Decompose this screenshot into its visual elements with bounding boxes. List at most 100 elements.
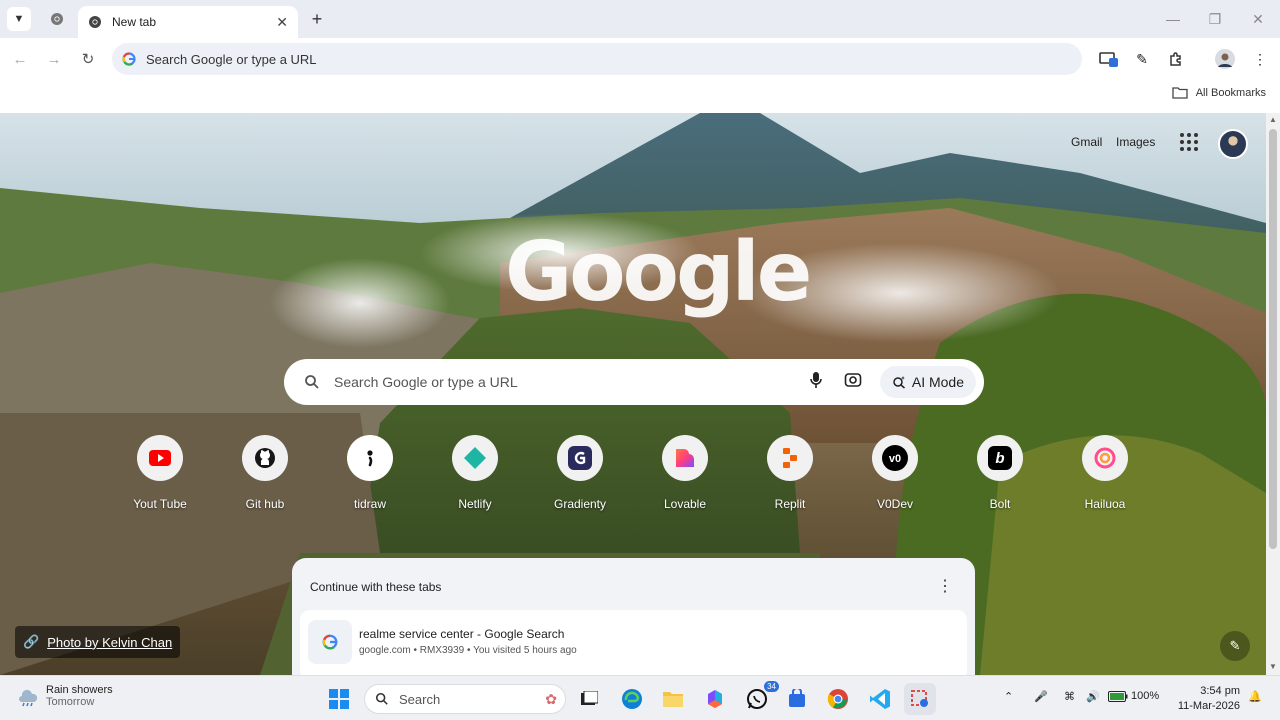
arrow-right-icon: → [46, 50, 62, 68]
close-window-button[interactable]: ✕ [1243, 9, 1273, 29]
shortcut-hailuoa[interactable]: Hailuoa [1060, 435, 1150, 511]
taskbar-app-whatsapp[interactable]: 34 [741, 681, 779, 715]
taskbar-app-m365[interactable] [699, 683, 731, 715]
reload-button[interactable]: ↻ [77, 48, 99, 70]
profile-avatar[interactable] [1214, 48, 1236, 70]
battery-percent: 100% [1131, 690, 1160, 702]
forward-button[interactable]: → [43, 48, 65, 70]
start-button[interactable] [323, 683, 355, 715]
weather-condition: Rain showers [46, 684, 113, 696]
tab-new-tab[interactable]: New tab ✕ [78, 6, 298, 38]
link-icon: 🔗 [23, 634, 40, 649]
shortcut-icon-wrap: b [977, 435, 1023, 481]
continue-tab-item[interactable]: realme service center - Google Search go… [300, 610, 967, 675]
google-apps-icon[interactable] [1180, 133, 1198, 151]
shortcut-v0dev[interactable]: v0 V0Dev [850, 435, 940, 511]
shortcut-icon-wrap [452, 435, 498, 481]
shortcut-icon-wrap [557, 435, 603, 481]
taskbar-app-file-explorer[interactable] [657, 683, 689, 715]
pen-icon: ✎ [1136, 50, 1148, 67]
rain-cloud-icon [19, 689, 38, 707]
shortcut-youtube[interactable]: Yout Tube [115, 435, 205, 511]
close-tab-icon[interactable]: ✕ [276, 14, 288, 31]
shortcut-github[interactable]: Git hub [220, 435, 310, 511]
page-scrollbar[interactable]: ▲ ▼ [1266, 113, 1280, 675]
gradienty-icon [568, 446, 592, 470]
new-tab-button[interactable]: + [306, 8, 328, 30]
google-logo: Google [505, 225, 812, 320]
volume-icon[interactable]: 🔊 [1086, 690, 1100, 703]
tab-strip: ▼ New tab ✕ + — ❐ ✕ [0, 0, 1280, 38]
shortcut-label: Bolt [989, 497, 1011, 511]
taskbar-app-store[interactable] [781, 683, 813, 715]
tab-search-button[interactable]: ▼ [7, 7, 31, 31]
images-link[interactable]: Images [1116, 135, 1155, 149]
wifi-icon[interactable]: ⌘ [1064, 690, 1075, 703]
tab-item-meta: google.com • RMX3939 • You visited 5 hou… [359, 645, 577, 656]
system-clock[interactable]: 3:54 pm 11-Mar-2026 [1170, 684, 1240, 714]
pinned-tab[interactable] [46, 8, 68, 30]
search-box[interactable]: Search Google or type a URL AI Mode [284, 359, 984, 405]
ai-sparkle-search-icon [893, 376, 905, 389]
address-bar[interactable]: Search Google or type a URL [112, 43, 1082, 75]
shortcut-label: Yout Tube [133, 497, 187, 511]
more-options-icon[interactable]: ⋮ [937, 576, 953, 596]
eyedropper-button[interactable]: ✎ [1131, 48, 1153, 70]
notification-badge: 34 [764, 681, 779, 692]
edge-icon [622, 689, 642, 709]
cast-button[interactable] [1098, 48, 1120, 70]
svg-text:v0: v0 [889, 453, 901, 465]
photo-credit-link[interactable]: 🔗 Photo by Kelvin Chan [15, 626, 181, 658]
voice-search-button[interactable] [810, 371, 822, 394]
plus-icon: + [311, 8, 323, 29]
shortcut-icon-wrap: v0 [872, 435, 918, 481]
taskbar-app-snipping-tool[interactable] [904, 683, 936, 715]
youtube-icon [149, 450, 171, 466]
shortcut-tldraw[interactable]: tidraw [325, 435, 415, 511]
gmail-link[interactable]: Gmail [1071, 135, 1102, 149]
notifications-icon[interactable]: 🔔 [1248, 690, 1262, 703]
minimize-button[interactable]: — [1158, 9, 1188, 29]
chevron-down-icon: ▼ [13, 13, 25, 25]
weather-widget[interactable]: Rain showers Tomorrow [16, 684, 113, 708]
chrome-icon [89, 16, 101, 28]
new-tab-page: Gmail Images Google Search Google or typ… [0, 113, 1266, 675]
shortcut-replit[interactable]: Replit [745, 435, 835, 511]
shortcut-lovable[interactable]: Lovable [640, 435, 730, 511]
lens-search-button[interactable] [844, 371, 862, 394]
bolt-icon: b [988, 446, 1012, 470]
shortcut-icon-wrap [347, 435, 393, 481]
avatar-icon [1215, 49, 1235, 69]
taskbar-app-chrome[interactable] [822, 683, 854, 715]
taskbar-app-edge[interactable] [616, 683, 648, 715]
battery-indicator[interactable]: 100% [1108, 690, 1159, 702]
microsoft-365-icon [708, 690, 722, 708]
tldraw-icon [367, 450, 373, 467]
all-bookmarks-button[interactable]: All Bookmarks [1172, 86, 1266, 99]
customize-page-button[interactable]: ✎ [1220, 631, 1250, 661]
shortcut-bolt[interactable]: b Bolt [955, 435, 1045, 511]
all-bookmarks-label: All Bookmarks [1195, 86, 1266, 99]
snipping-tool-icon [911, 690, 928, 707]
taskbar-app-terminal[interactable] [573, 683, 605, 715]
account-avatar[interactable] [1218, 129, 1248, 159]
show-hidden-icons[interactable]: ⌃ [1004, 690, 1013, 703]
shortcut-label: V0Dev [876, 497, 914, 511]
scroll-thumb[interactable] [1269, 129, 1277, 549]
favicon [308, 620, 352, 664]
back-button[interactable]: ← [9, 48, 31, 70]
shortcut-gradienty[interactable]: Gradienty [535, 435, 625, 511]
extensions-button[interactable] [1165, 48, 1187, 70]
arrow-left-icon: ← [12, 50, 28, 68]
camera-lens-icon [844, 372, 862, 387]
taskbar-app-vscode[interactable] [864, 683, 896, 715]
taskbar-search[interactable]: Search ✿ [364, 684, 566, 714]
menu-button[interactable]: ⋮ [1249, 48, 1271, 70]
restore-button[interactable]: ❐ [1200, 9, 1230, 29]
scroll-up-icon[interactable]: ▲ [1268, 115, 1278, 125]
shortcut-netlify[interactable]: Netlify [430, 435, 520, 511]
scroll-down-icon[interactable]: ▼ [1268, 662, 1278, 672]
microphone-tray-icon[interactable]: 🎤 [1034, 690, 1048, 703]
search-placeholder: Search Google or type a URL [334, 374, 518, 390]
ai-mode-button[interactable]: AI Mode [879, 366, 976, 398]
